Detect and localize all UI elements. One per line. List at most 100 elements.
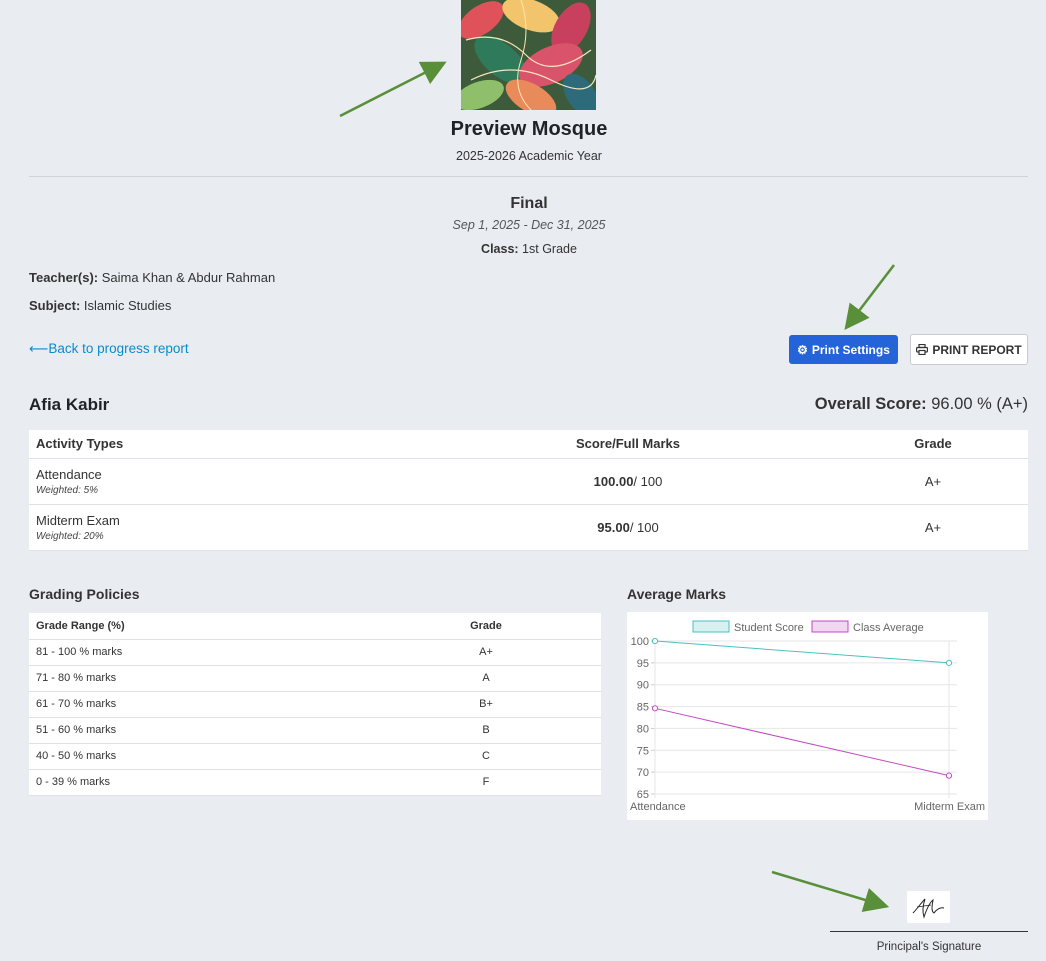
header-score-full-marks: Score/Full Marks [418, 430, 838, 459]
student-name: Afia Kabir [29, 395, 110, 414]
overall-score: Overall Score: 96.00 % (A+) [815, 395, 1028, 414]
back-link-label: Back to progress report [48, 341, 189, 356]
legend-swatch [811, 620, 849, 633]
table-header-row: Grade Range (%) Grade [29, 613, 601, 640]
y-tick-label: 75 [637, 745, 649, 757]
printer-icon [916, 344, 929, 355]
series-line-1 [654, 707, 950, 777]
y-tick-label: 90 [637, 680, 649, 692]
header-grade: Grade [371, 613, 601, 640]
score-value: 95.00 [597, 519, 630, 535]
data-point [651, 637, 659, 645]
table-row: 51 - 60 % marks B [29, 717, 601, 744]
subject-value: Islamic Studies [80, 298, 172, 313]
grade-cell: B [371, 717, 601, 744]
legend-label: Class Average [853, 622, 924, 634]
y-tick-label: 70 [637, 767, 649, 779]
print-report-label: PRINT REPORT [932, 342, 1022, 357]
header-activity-types: Activity Types [29, 430, 418, 459]
grade-range-cell: 51 - 60 % marks [29, 717, 371, 744]
grade-cell: A+ [371, 639, 601, 666]
activity-weight: Weighted: 5% [36, 484, 99, 496]
teacher-info: Teacher(s): Saima Khan & Abdur Rahman [29, 270, 275, 285]
activity-scores-table: Activity Types Score/Full Marks Grade At… [29, 430, 1028, 551]
activity-name: Midterm Exam [36, 512, 120, 528]
signature-image [907, 891, 950, 923]
table-row: Midterm Exam Weighted: 20% 95.00/ 100 A+ [29, 504, 1028, 551]
header-grade-range: Grade Range (%) [29, 613, 371, 640]
score-cell: 95.00/ 100 [418, 504, 838, 551]
table-row: 0 - 39 % marks F [29, 769, 601, 796]
table-row: 71 - 80 % marks A [29, 665, 601, 692]
grade-range-cell: 81 - 100 % marks [29, 639, 371, 666]
grade-range-cell: 71 - 80 % marks [29, 665, 371, 692]
grade-range-cell: 40 - 50 % marks [29, 743, 371, 770]
teacher-label: Teacher(s): [29, 270, 99, 285]
print-report-button[interactable]: PRINT REPORT [910, 334, 1028, 365]
grading-policies-table: Grade Range (%) Grade 81 - 100 % marks A+… [29, 613, 601, 796]
print-settings-label: Print Settings [811, 342, 890, 357]
subject-label: Subject: [29, 298, 81, 313]
grade-cell: C [371, 743, 601, 770]
overall-score-label: Overall Score: [814, 395, 927, 413]
average-marks-title: Average Marks [627, 586, 727, 602]
y-tick-label: 100 [631, 636, 649, 648]
activity-weight: Weighted: 20% [36, 530, 104, 542]
gear-icon: ⚙ [797, 342, 808, 357]
y-tick-label: 80 [637, 723, 649, 735]
grade-range-cell: 0 - 39 % marks [29, 769, 371, 796]
data-point [945, 772, 953, 779]
header-grade: Grade [838, 430, 1028, 459]
legend-swatch [692, 620, 730, 633]
arrow-to-print-settings [844, 264, 895, 330]
class-value: 1st Grade [518, 242, 577, 256]
grade-cell: A+ [838, 458, 1028, 505]
subject-info: Subject: Islamic Studies [29, 298, 171, 313]
print-settings-button[interactable]: ⚙ Print Settings [789, 335, 898, 364]
academic-year: 2025-2026 Academic Year [456, 149, 602, 163]
x-tick-label: Midterm Exam [914, 801, 985, 813]
table-row: Attendance Weighted: 5% 100.00/ 100 A+ [29, 458, 1028, 505]
full-marks: / 100 [629, 519, 659, 535]
activity-cell: Attendance Weighted: 5% [29, 458, 418, 505]
table-row: 61 - 70 % marks B+ [29, 691, 601, 718]
arrow-to-signature [771, 870, 890, 912]
line-chart: 65 70 75 80 85 90 95 100 Attendance Midterm Exam S… [630, 620, 985, 813]
y-tick-label: 95 [637, 658, 649, 670]
table-row: 81 - 100 % marks A+ [29, 639, 601, 666]
table-row: 40 - 50 % marks C [29, 743, 601, 770]
x-tick-label: Attendance [630, 801, 686, 813]
school-logo [461, 0, 596, 110]
arrow-left-icon: ⟵ [29, 341, 49, 356]
data-point [651, 705, 659, 712]
leaf-pattern-image [461, 0, 596, 110]
y-tick-label: 85 [637, 702, 649, 714]
class-label: Class: [481, 242, 519, 256]
average-marks-chart: 65 70 75 80 85 90 95 100 Attendance Midterm Exam S… [627, 612, 988, 820]
signature-line [830, 931, 1028, 932]
term-dates: Sep 1, 2025 - Dec 31, 2025 [452, 218, 606, 232]
activity-cell: Midterm Exam Weighted: 20% [29, 504, 418, 551]
signature-label: Principal's Signature [876, 941, 982, 953]
grading-policies-title: Grading Policies [29, 586, 140, 602]
grade-cell: B+ [371, 691, 601, 718]
term-name: Final [510, 195, 548, 212]
grade-cell: A+ [838, 504, 1028, 551]
score-value: 100.00 [593, 473, 634, 489]
series-line-0 [654, 640, 950, 664]
table-header-row: Activity Types Score/Full Marks Grade [29, 430, 1028, 459]
full-marks: / 100 [633, 473, 663, 489]
grade-cell: F [371, 769, 601, 796]
school-name: Preview Mosque [450, 118, 608, 140]
score-cell: 100.00/ 100 [418, 458, 838, 505]
overall-score-value: 96.00 % (A+) [926, 395, 1028, 413]
grade-range-cell: 61 - 70 % marks [29, 691, 371, 718]
header-divider [29, 176, 1028, 177]
class-info: Class: 1st Grade [0, 242, 1046, 256]
grade-cell: A [371, 665, 601, 692]
activity-name: Attendance [36, 466, 102, 482]
arrow-to-logo [339, 61, 447, 118]
y-tick-label: 65 [637, 789, 649, 801]
back-to-progress-report-link[interactable]: ⟵Back to progress report [29, 341, 189, 357]
data-point [945, 659, 953, 666]
